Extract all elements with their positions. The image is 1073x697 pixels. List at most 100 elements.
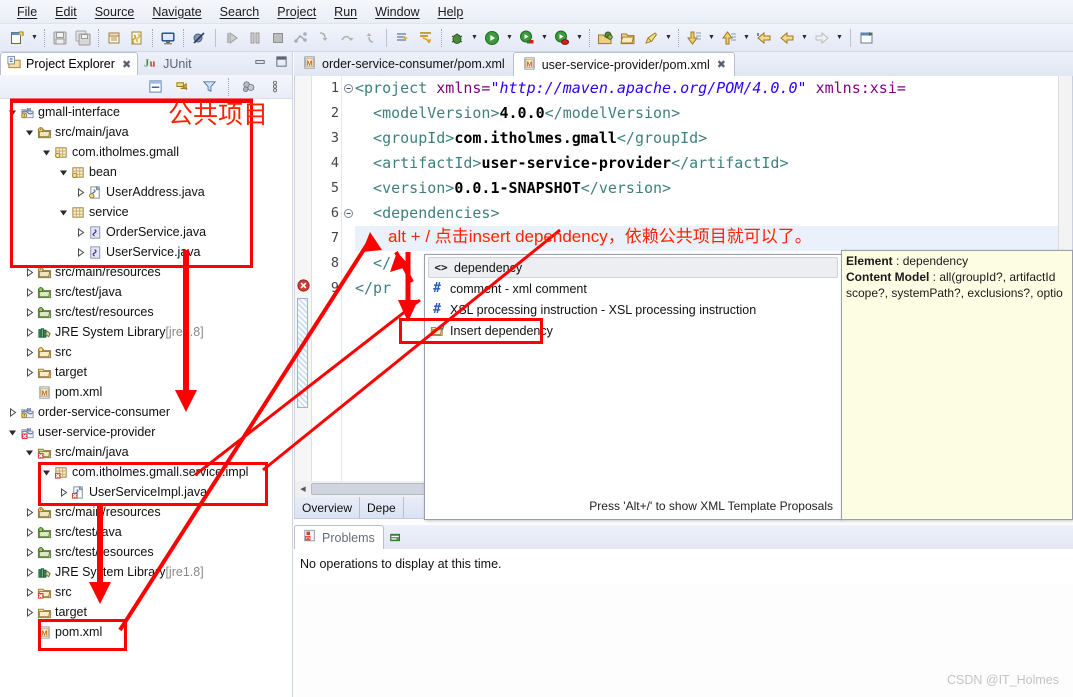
- tree-item[interactable]: target: [0, 602, 292, 622]
- build-all-icon[interactable]: [126, 27, 148, 49]
- content-assist-item[interactable]: <> dependency: [428, 257, 838, 278]
- save-all-icon[interactable]: [72, 27, 94, 49]
- tree-item[interactable]: src/main/resources: [0, 262, 292, 282]
- back-dropdown-arrow-icon[interactable]: ▼: [799, 27, 810, 49]
- menu-source[interactable]: Source: [86, 3, 144, 21]
- tree-item[interactable]: Mpom.xml: [0, 382, 292, 402]
- code-line[interactable]: <project xmlns="http://maven.apache.org/…: [355, 76, 1072, 101]
- skip-breakpoints-icon[interactable]: [188, 27, 210, 49]
- code-line[interactable]: <modelVersion>4.0.0</modelVersion>: [355, 101, 1072, 126]
- twisty-collapsed-icon[interactable]: [23, 322, 35, 342]
- menu-window[interactable]: Window: [366, 3, 428, 21]
- minimize-icon[interactable]: [254, 55, 267, 73]
- maximize-icon[interactable]: [275, 55, 288, 73]
- content-assist-item[interactable]: # comment - xml comment: [425, 278, 841, 299]
- pin-editor-icon[interactable]: [856, 27, 878, 49]
- tree-item[interactable]: target: [0, 362, 292, 382]
- twisty-collapsed-icon[interactable]: [23, 602, 35, 622]
- twisty-expanded-icon[interactable]: [57, 162, 69, 182]
- content-assist-popup[interactable]: <> dependency # comment - xml comment # XSL p…: [424, 254, 842, 520]
- forward-dropdown-arrow-icon[interactable]: ▼: [834, 27, 845, 49]
- open-console-icon[interactable]: [157, 27, 179, 49]
- tab-problems[interactable]: Problems: [294, 525, 384, 549]
- new-java-package-icon[interactable]: [594, 27, 616, 49]
- tree-item[interactable]: com.itholmes.gmall: [0, 142, 292, 162]
- next-edit-icon[interactable]: [683, 27, 705, 49]
- menu-project[interactable]: Project: [268, 3, 325, 21]
- previous-annotation-icon[interactable]: [415, 27, 437, 49]
- view-tab-project-explorer[interactable]: Project Explorer ✖: [0, 52, 139, 75]
- forward-back-arrow-icon[interactable]: [776, 27, 798, 49]
- suspend-icon[interactable]: [244, 27, 266, 49]
- code-line[interactable]: <artifactId>user-service-provider</artif…: [355, 151, 1072, 176]
- tree-item[interactable]: M order-service-consumer: [0, 402, 292, 422]
- editor-tab[interactable]: Muser-service-provider/pom.xml ✖: [512, 52, 736, 76]
- twisty-collapsed-icon[interactable]: [23, 362, 35, 382]
- tree-item[interactable]: JRE System Library [jre1.8]: [0, 322, 292, 342]
- tree-item[interactable]: JRE System Library [jre1.8]: [0, 562, 292, 582]
- resume-icon[interactable]: [221, 27, 243, 49]
- twisty-collapsed-icon[interactable]: [57, 482, 69, 502]
- code-line[interactable]: <dependencies>: [355, 201, 1072, 226]
- twisty-collapsed-icon[interactable]: [74, 182, 86, 202]
- terminate-icon[interactable]: [267, 27, 289, 49]
- new-dropdown-arrow-icon[interactable]: ▼: [29, 27, 40, 49]
- twisty-expanded-icon[interactable]: [6, 102, 18, 122]
- tree-item[interactable]: M user-service-provider: [0, 422, 292, 442]
- twisty-expanded-icon[interactable]: [6, 422, 18, 442]
- step-into-icon[interactable]: [313, 27, 335, 49]
- run-last-tool-icon[interactable]: [516, 27, 538, 49]
- previous-edit-dropdown-arrow-icon[interactable]: ▼: [741, 27, 752, 49]
- tree-item[interactable]: src/test/resources: [0, 542, 292, 562]
- collapse-all-icon[interactable]: [144, 76, 166, 98]
- print-icon[interactable]: [103, 27, 125, 49]
- menu-navigate[interactable]: Navigate: [143, 3, 210, 21]
- coverage-dropdown-arrow-icon[interactable]: ▼: [574, 27, 585, 49]
- tree-item[interactable]: src: [0, 582, 292, 602]
- tree-item[interactable]: src: [0, 342, 292, 362]
- twisty-collapsed-icon[interactable]: [23, 522, 35, 542]
- twisty-collapsed-icon[interactable]: [6, 402, 18, 422]
- twisty-expanded-icon[interactable]: [23, 122, 35, 142]
- tree-item[interactable]: service: [0, 202, 292, 222]
- twisty-collapsed-icon[interactable]: [74, 222, 86, 242]
- twisty-collapsed-icon[interactable]: [23, 262, 35, 282]
- view-tab-junit[interactable]: J u JUnit: [138, 52, 197, 75]
- run-last-dropdown-arrow-icon[interactable]: ▼: [539, 27, 550, 49]
- folding-ruler[interactable]: [342, 76, 355, 481]
- back-history-icon[interactable]: [753, 27, 775, 49]
- menu-help[interactable]: Help: [429, 3, 473, 21]
- twisty-collapsed-icon[interactable]: [74, 242, 86, 262]
- tree-item[interactable]: src/test/resources: [0, 302, 292, 322]
- step-return-icon[interactable]: [359, 27, 381, 49]
- run-dropdown-arrow-icon[interactable]: ▼: [504, 27, 515, 49]
- menu-run[interactable]: Run: [325, 3, 366, 21]
- twisty-expanded-icon[interactable]: [40, 462, 52, 482]
- close-icon[interactable]: ✖: [122, 58, 131, 71]
- menu-edit[interactable]: Edit: [46, 3, 86, 21]
- editor-tab[interactable]: Morder-service-consumer/pom.xml: [294, 52, 513, 76]
- debug-dropdown-arrow-icon[interactable]: ▼: [469, 27, 480, 49]
- next-annotation-icon[interactable]: [392, 27, 414, 49]
- twisty-collapsed-icon[interactable]: [23, 502, 35, 522]
- form-tab-overview[interactable]: Overview: [295, 497, 361, 518]
- fold-toggle-line-1[interactable]: [342, 76, 355, 101]
- twisty-collapsed-icon[interactable]: [23, 302, 35, 322]
- twisty-collapsed-icon[interactable]: [23, 342, 35, 362]
- tree-item[interactable]: bean: [0, 162, 292, 182]
- tree-item[interactable]: com.itholmes.gmall.service.impl: [0, 462, 292, 482]
- working-sets-icon[interactable]: [237, 76, 259, 98]
- console-tab[interactable]: [384, 531, 407, 549]
- content-assist-list[interactable]: <> dependency # comment - xml comment # XSL p…: [425, 255, 841, 341]
- twisty-collapsed-icon[interactable]: [23, 582, 35, 602]
- coverage-icon[interactable]: [551, 27, 573, 49]
- content-assist-item[interactable]: # XSL processing instruction - XSL proces…: [425, 299, 841, 320]
- step-over-icon[interactable]: [336, 27, 358, 49]
- tree-item[interactable]: src/test/java: [0, 282, 292, 302]
- content-assist-item[interactable]: M Insert dependency: [425, 320, 841, 341]
- tree-item[interactable]: UserAddress.java: [0, 182, 292, 202]
- twisty-collapsed-icon[interactable]: [23, 282, 35, 302]
- search-icon[interactable]: [640, 27, 662, 49]
- twisty-expanded-icon[interactable]: [23, 442, 35, 462]
- tree-item[interactable]: src/test/java: [0, 522, 292, 542]
